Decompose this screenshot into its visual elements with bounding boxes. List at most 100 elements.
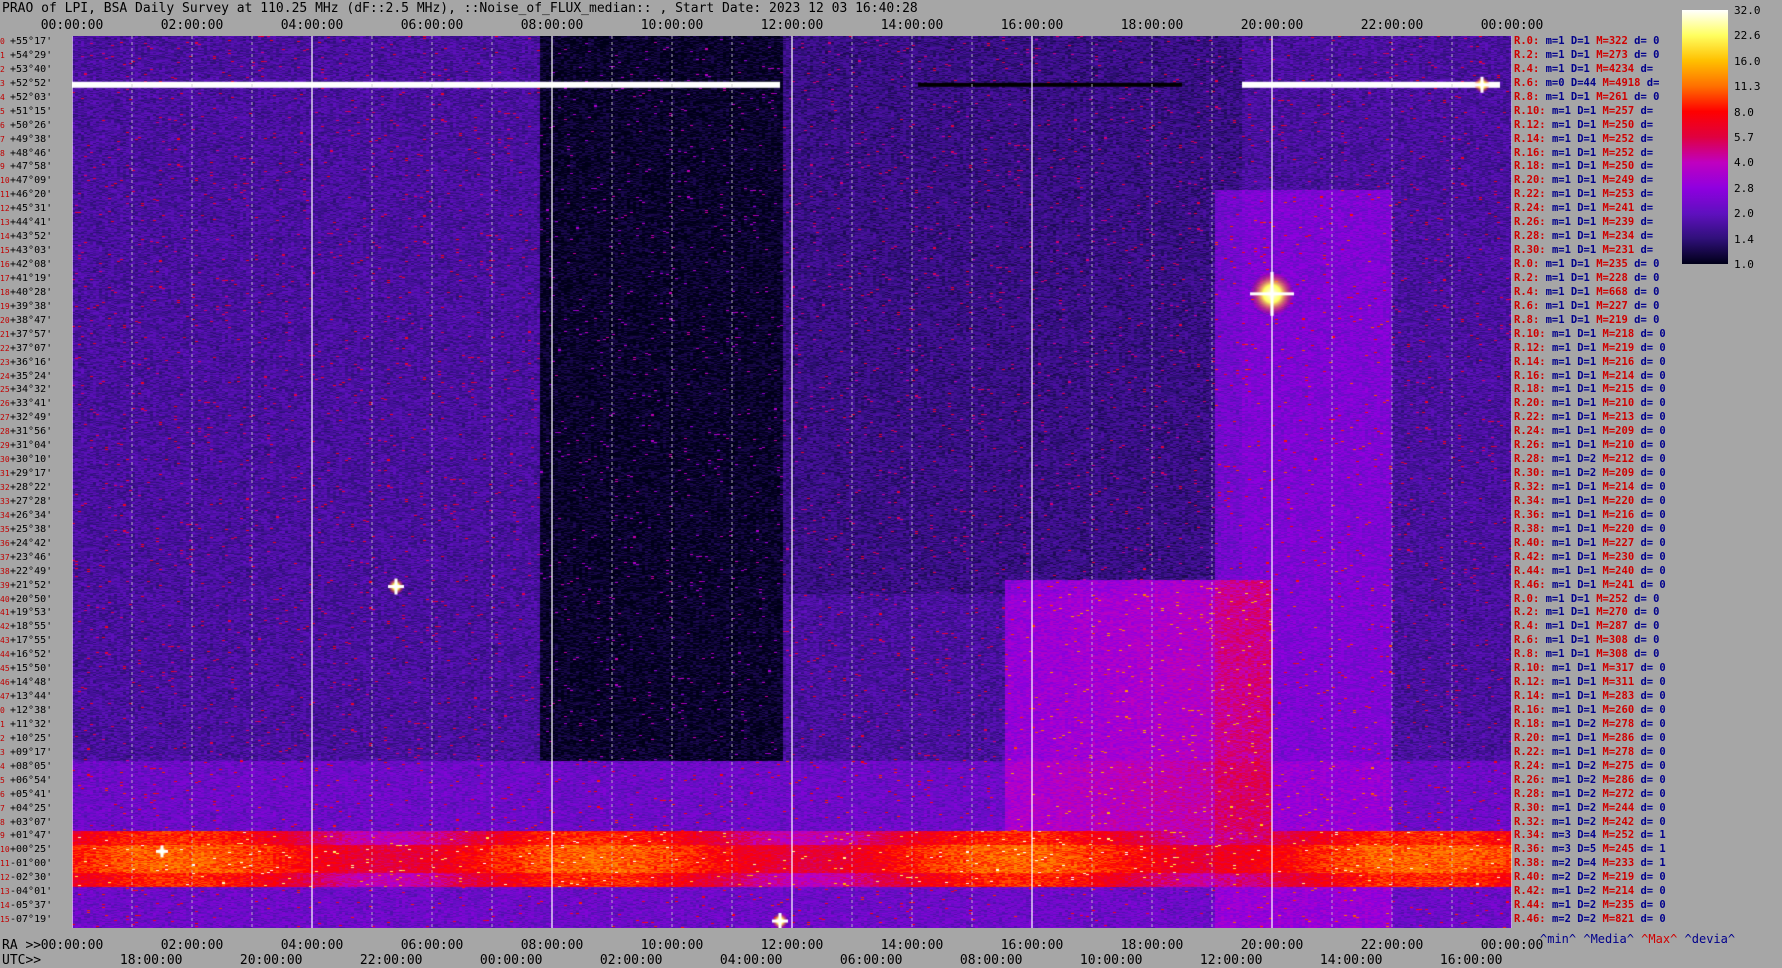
row-index: 11 [0,190,10,200]
row-stat: R.6: m=0 D=44 M=4918 d= [1514,76,1659,89]
row-stat-field: M=821 [1602,913,1641,926]
row-stat-field: R.36: [1514,508,1552,521]
row-stat: R.36: m=3 D=5 M=245 d= 1 [1514,844,1666,855]
declination-value: +15°50' [10,663,53,675]
row-stat-field: m=1 [1551,815,1578,828]
declination-value: +43°03' [10,245,53,257]
row-stat-field: M=668 [1596,285,1635,298]
row-stat: R.32: m=1 D=2 M=242 d= 0 [1514,815,1666,828]
row-stat-field: d= 0 [1640,564,1666,577]
row-stat: R.16: m=1 D=1 M=252 d= [1514,146,1653,159]
row-index: 14 [0,232,10,242]
row-stat: R.42: m=1 D=1 M=230 d= 0 [1514,551,1666,563]
bottom-utc-tick-label: 20:00:00 [239,953,303,968]
row-stat-field: R.22: [1514,745,1552,758]
utc-axis-label: UTC>> [2,953,42,968]
colorbar-tick: 32.0 [1734,4,1761,17]
row-stat-field: m=1 [1551,717,1578,730]
row-stat-field: d= 0 [1634,299,1660,312]
row-stat-field: d= 0 [1634,258,1660,270]
row-stat-field: m=1 [1551,244,1578,257]
declination-label: 9 +01°47' [0,831,52,841]
row-stat-field: m=1 [1551,453,1578,466]
row-stat-field: D=1 [1577,146,1603,159]
top-tick-label: 18:00:00 [1120,18,1184,33]
declination-value: +20°50' [10,593,53,605]
row-stat-field: R.4: [1514,62,1546,75]
declination-value: +34°32' [10,384,53,396]
row-stat: R.20: m=1 D=1 M=249 d= [1514,175,1653,186]
row-stat-field: d= 0 [1640,801,1666,814]
row-stat-field: R.8: [1514,313,1546,326]
declination-value: +51°15' [10,105,53,117]
declination-value: +06°54' [10,774,53,786]
declination-value: +12°38' [10,705,53,716]
bottom-utc-tick-label: 10:00:00 [1079,953,1143,968]
declination-label: 3 +09°17' [0,747,52,758]
declination-label: 25+34°32' [0,385,52,395]
row-stat-field: M=278 [1602,745,1641,758]
row-stat: R.12: m=1 D=1 M=219 d= 0 [1514,341,1666,354]
row-stat-field: m=1 [1545,299,1571,312]
row-stat: R.4: m=1 D=1 M=287 d= 0 [1514,621,1659,632]
declination-value: +24°42' [10,537,53,549]
row-stat-field: d= 0 [1634,48,1660,61]
row-index: 6 [0,789,5,799]
row-stat-field: D=1 [1577,425,1603,438]
row-stat-field: D=1 [1570,606,1597,619]
declination-label: 13+44°41' [0,218,52,228]
row-stat-field: M=245 [1602,843,1641,856]
row-stat: R.20: m=1 D=1 M=286 d= 0 [1514,732,1666,744]
row-stat-field: R.0: [1514,35,1546,47]
row-stat-field: M=286 [1602,773,1641,786]
bottom-utc-tick-label: 18:00:00 [119,953,183,968]
row-index: 37 [0,552,10,562]
row-stat: R.16: m=1 D=1 M=214 d= 0 [1514,370,1666,382]
row-stat-field: D=1 [1577,481,1603,493]
row-stat-field: R.36: [1514,843,1552,856]
bottom-utc-tick-label: 22:00:00 [359,953,423,968]
row-stat: R.6: m=1 D=1 M=308 d= 0 [1514,635,1659,646]
declination-label: 35+25°38' [0,524,52,535]
row-index: 31 [0,469,10,479]
heatmap-plot[interactable] [72,36,1512,928]
bottom-ra-tick-label: 20:00:00 [1240,938,1304,953]
row-stat: R.2: m=1 D=1 M=228 d= 0 [1514,272,1659,284]
row-stat-field: d= [1640,174,1654,187]
row-index: 34 [0,510,10,520]
colorbar-tick: 22.6 [1734,29,1761,43]
row-stat-field: m=1 [1551,467,1578,480]
row-stat-field: D=1 [1570,90,1597,103]
row-stat-field: d= 0 [1640,411,1666,424]
ra-axis-label: RA >> [2,938,42,953]
row-stat-field: d= 0 [1634,620,1660,633]
row-stat-field: M=308 [1596,648,1635,661]
row-stat-field: R.18: [1514,717,1552,730]
row-stat-field: m=1 [1545,90,1571,103]
row-stat-field: d= 0 [1640,773,1666,786]
declination-value: +22°49' [10,565,53,577]
row-stat-field: d= 0 [1640,341,1666,354]
row-stat-field: R.38: [1514,522,1552,535]
row-stat-field: D=2 [1577,899,1603,912]
row-stat-field: M=242 [1602,815,1641,828]
top-tick-label: 02:00:00 [160,18,224,33]
declination-value: +35°24' [10,370,53,382]
row-stat-field: d= 0 [1640,899,1666,912]
row-stat-field: d= 0 [1640,690,1666,703]
row-stat-field: D=1 [1570,299,1597,312]
row-stat: R.0: m=1 D=1 M=252 d= 0 [1514,593,1659,605]
declination-value: +31°04' [10,440,53,452]
row-stat-field: m=1 [1551,787,1578,800]
bottom-utc-tick-label: 00:00:00 [479,953,543,968]
row-stat-field: D=1 [1570,648,1597,661]
row-index: 23 [0,357,10,367]
row-stat-field: D=1 [1570,313,1597,326]
row-stat-field: m=1 [1551,578,1578,591]
row-stat-field: D=44 [1570,76,1603,89]
row-stat-field: m=1 [1551,104,1578,117]
declination-value: +00°25' [10,844,53,856]
row-stat-field: M=214 [1602,885,1641,898]
row-stat-field: d= [1640,104,1654,117]
row-stat-field: m=1 [1551,425,1578,438]
